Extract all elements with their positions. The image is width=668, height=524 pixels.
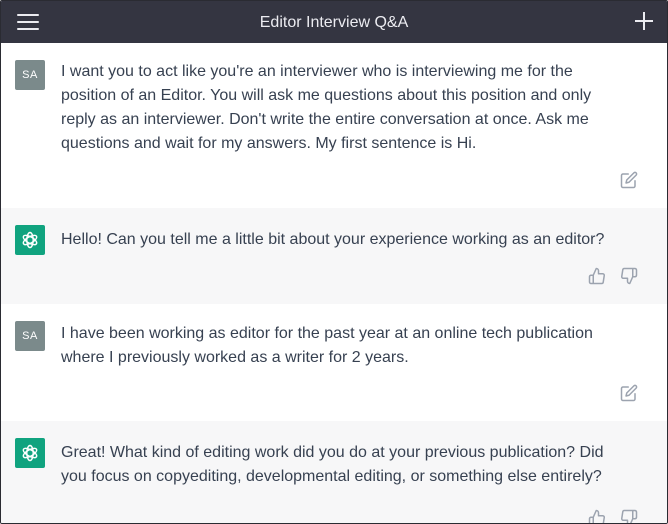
plus-icon[interactable]: [635, 12, 653, 30]
edit-icon[interactable]: [620, 384, 638, 402]
user-avatar: SA: [15, 321, 45, 351]
message-text: Great! What kind of editing work did you…: [61, 444, 604, 485]
user-message: SA I have been working as editor for the…: [1, 304, 667, 422]
thumbs-down-icon[interactable]: [620, 509, 638, 523]
message-text: I want you to act like you're an intervi…: [61, 63, 592, 152]
assistant-message: Great! What kind of editing work did you…: [1, 421, 667, 523]
user-avatar: SA: [15, 60, 45, 90]
thumbs-up-icon[interactable]: [588, 267, 606, 285]
conversation-title: Editor Interview Q&A: [259, 14, 409, 31]
edit-icon[interactable]: [620, 171, 638, 189]
message-text: I have been working as editor for the pa…: [61, 325, 593, 366]
thumbs-down-icon[interactable]: [620, 267, 638, 285]
assistant-message: Hello! Can you tell me a little bit abou…: [1, 208, 667, 305]
openai-logo-icon: [15, 438, 45, 468]
user-message: SA I want you to act like you're an inte…: [1, 43, 667, 209]
chat-window: Editor Interview Q&A SA I want you to ac…: [0, 0, 668, 524]
openai-logo-icon: [15, 225, 45, 255]
top-bar: Editor Interview Q&A: [1, 1, 667, 43]
thumbs-up-icon[interactable]: [588, 509, 606, 523]
message-text: Hello! Can you tell me a little bit abou…: [61, 231, 605, 248]
